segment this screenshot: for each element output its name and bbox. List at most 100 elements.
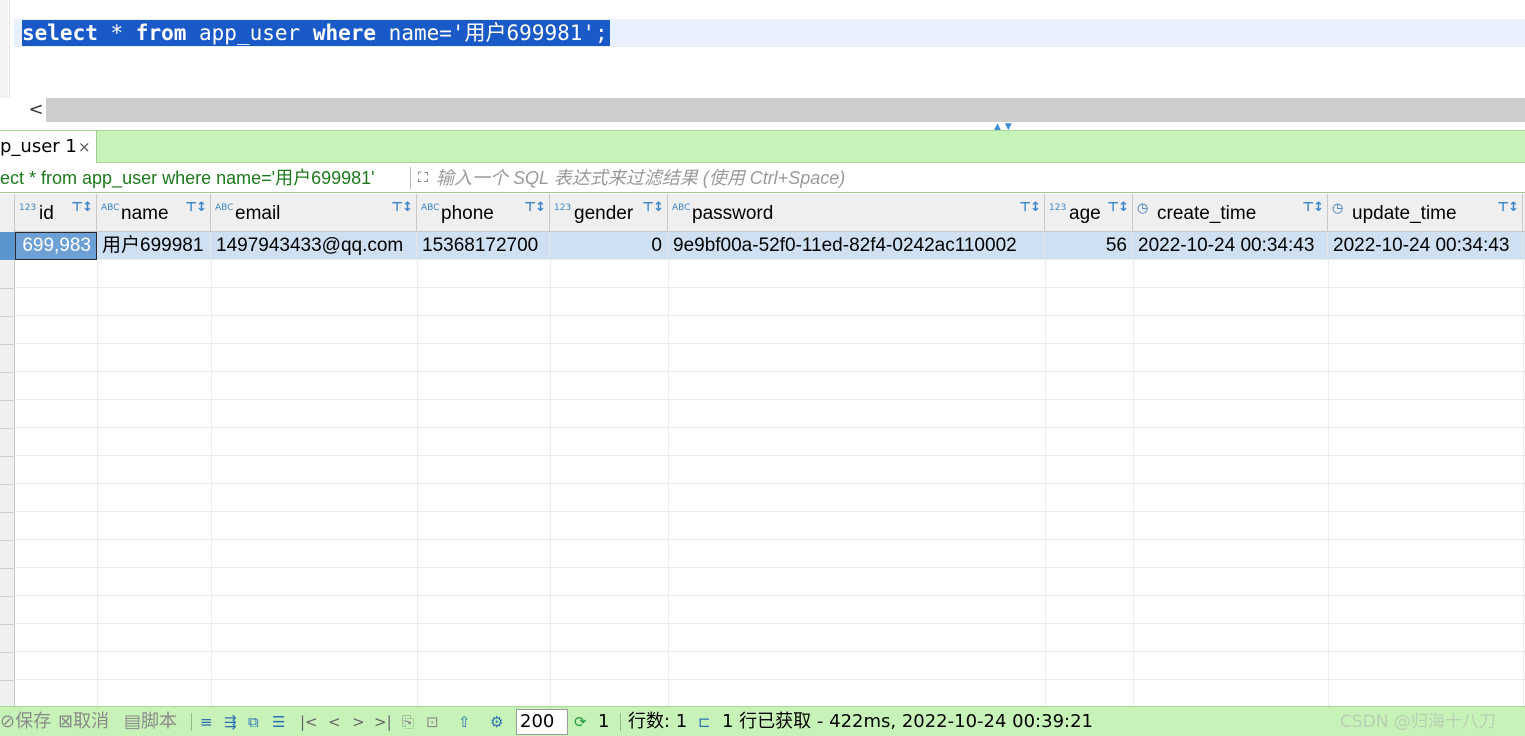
empty-row (15, 428, 1525, 456)
script-button[interactable]: ▤脚本 (124, 707, 177, 736)
sql-keyword-select: select (22, 21, 98, 45)
column-name: name (121, 203, 169, 224)
empty-row (15, 512, 1525, 540)
empty-row (15, 652, 1525, 680)
scroll-left-arrow-icon[interactable]: < (26, 98, 46, 122)
save-label: 保存 (15, 711, 52, 732)
copy-row-icon[interactable]: ⧉ (248, 707, 259, 736)
previous-page-icon[interactable]: < (328, 707, 341, 736)
row-number-divider (0, 652, 15, 653)
cancel-label: 取消 (73, 711, 110, 732)
row-number-divider (0, 372, 15, 373)
last-page-icon[interactable]: >| (374, 707, 392, 736)
filter-sort-icon[interactable]: ⊤↕ (1019, 200, 1041, 215)
column-header-password[interactable]: ABC password ⊤↕ (668, 194, 1045, 232)
save-button[interactable]: ⊘保存 (0, 707, 51, 736)
cell-id[interactable]: 699,983 (15, 232, 97, 260)
row-number-divider (0, 512, 15, 513)
empty-row (15, 260, 1525, 288)
filter-sort-icon[interactable]: ⊤↕ (1497, 200, 1519, 215)
first-page-icon[interactable]: |< (300, 707, 318, 736)
row-number-divider (0, 484, 15, 485)
sql-editor[interactable]: select * from app_user where name='用户699… (0, 0, 1525, 98)
result-status-bar: ⊘保存 ⊠取消 ▤脚本 ≡ ⇶ ⧉ ☰ |< < > >| ⎘ ⊡ ⇧ ⚙ 20… (0, 706, 1525, 736)
sql-condition: name='用户699981'; (376, 21, 608, 45)
sql-table-name: app_user (186, 21, 313, 45)
fetch-size-input[interactable]: 200 (516, 709, 568, 735)
column-header-create-time[interactable]: ◷ create_time ⊤↕ (1133, 194, 1328, 232)
expand-icon[interactable]: ⛶ (414, 164, 432, 192)
filter-sort-icon[interactable]: ⊤↕ (185, 200, 207, 215)
save-icon: ⊘ (0, 711, 16, 732)
row-number-divider (0, 428, 15, 429)
row-number-selected[interactable] (0, 232, 15, 260)
editor-gutter (0, 0, 8, 98)
row-number-divider (0, 624, 15, 625)
empty-row (15, 596, 1525, 624)
filter-sort-icon[interactable]: ⊤↕ (524, 200, 546, 215)
sql-star: * (97, 21, 136, 45)
panel-splitter[interactable]: ▲▼ (0, 122, 1525, 132)
sql-keyword-where: where (312, 21, 377, 45)
result-grid[interactable]: 123 id ⊤↕ ABC name ⊤↕ ABC email ⊤↕ ABC p… (0, 194, 1525, 706)
column-header-update-time[interactable]: ◷ update_time ⊤↕ (1328, 194, 1523, 232)
row-number-column[interactable] (0, 194, 15, 706)
cell-phone[interactable]: 15368172700 (417, 232, 550, 260)
filter-sort-icon[interactable]: ⊤↕ (1107, 200, 1129, 215)
empty-row (15, 568, 1525, 596)
filter-sort-icon[interactable]: ⊤↕ (642, 200, 664, 215)
numeric-type-icon: 123 (554, 203, 572, 213)
tab-result-app-user-1[interactable]: p_user 1 × (0, 131, 97, 163)
fetch-next-icon[interactable]: ⊡ (426, 707, 439, 736)
fetch-all-icon[interactable]: ⎘ (402, 707, 414, 736)
filter-sort-icon[interactable]: ⊤↕ (1302, 200, 1324, 215)
row-count: 行数: 1 (628, 711, 688, 732)
close-icon[interactable]: × (78, 131, 91, 163)
cell-password[interactable]: 9e9bf00a-52f0-11ed-82f4-0242ac110002 (668, 232, 1045, 260)
delete-row-icon[interactable]: ☰ (272, 707, 285, 736)
text-type-icon: ABC (215, 203, 234, 213)
empty-row (15, 400, 1525, 428)
editor-horizontal-scrollbar[interactable]: < (0, 98, 1525, 122)
export-icon[interactable]: ⇧ (458, 707, 471, 736)
cell-age[interactable]: 56 (1045, 232, 1133, 260)
column-header-gender[interactable]: 123 gender ⊤↕ (550, 194, 668, 232)
sql-statement[interactable]: select * from app_user where name='用户699… (22, 20, 610, 46)
column-header-phone[interactable]: ABC phone ⊤↕ (417, 194, 550, 232)
scrollbar-track[interactable] (46, 98, 1525, 122)
text-type-icon: ABC (672, 203, 691, 213)
filter-input[interactable]: 输入一个 SQL 表达式来过滤结果 (使用 Ctrl+Space) (436, 163, 845, 193)
result-tab-bar: p_user 1 × (0, 130, 1525, 163)
column-header-email[interactable]: ABC email ⊤↕ (211, 194, 417, 232)
column-header-name[interactable]: ABC name ⊤↕ (97, 194, 211, 232)
column-header-age[interactable]: 123 age ⊤↕ (1045, 194, 1133, 232)
filter-sort-icon[interactable]: ⊤↕ (71, 200, 93, 215)
empty-row (15, 540, 1525, 568)
next-page-icon[interactable]: > (352, 707, 365, 736)
toolbar-separator (620, 713, 621, 731)
result-filter-bar: ect * from app_user where name='用户699981… (0, 163, 1525, 193)
editor-gutter-divider (9, 0, 10, 98)
empty-row (15, 372, 1525, 400)
column-header-id[interactable]: 123 id ⊤↕ (15, 194, 97, 232)
refresh-icon[interactable]: ⟳ (574, 707, 587, 736)
column-name: email (235, 203, 281, 224)
cell-gender[interactable]: 0 (550, 232, 668, 260)
add-row-icon[interactable]: ⇶ (224, 707, 237, 736)
cell-email[interactable]: 1497943433@qq.com (211, 232, 417, 260)
numeric-type-icon: 123 (1049, 203, 1067, 213)
filter-separator (410, 167, 411, 189)
cell-name[interactable]: 用户699981 (97, 232, 211, 260)
column-name: create_time (1157, 203, 1257, 224)
gear-icon[interactable]: ⚙ (490, 707, 503, 736)
empty-row (15, 344, 1525, 372)
filter-sort-icon[interactable]: ⊤↕ (391, 200, 413, 215)
table-row[interactable]: 699,983 用户699981 1497943433@qq.com 15368… (15, 232, 1525, 260)
empty-row (15, 288, 1525, 316)
empty-row (15, 624, 1525, 652)
cancel-button[interactable]: ⊠取消 (58, 707, 109, 736)
edit-row-icon[interactable]: ≡ (200, 707, 213, 736)
cell-update-time[interactable]: 2022-10-24 00:34:43 (1328, 232, 1523, 260)
column-name: password (692, 203, 774, 224)
cell-create-time[interactable]: 2022-10-24 00:34:43 (1133, 232, 1328, 260)
